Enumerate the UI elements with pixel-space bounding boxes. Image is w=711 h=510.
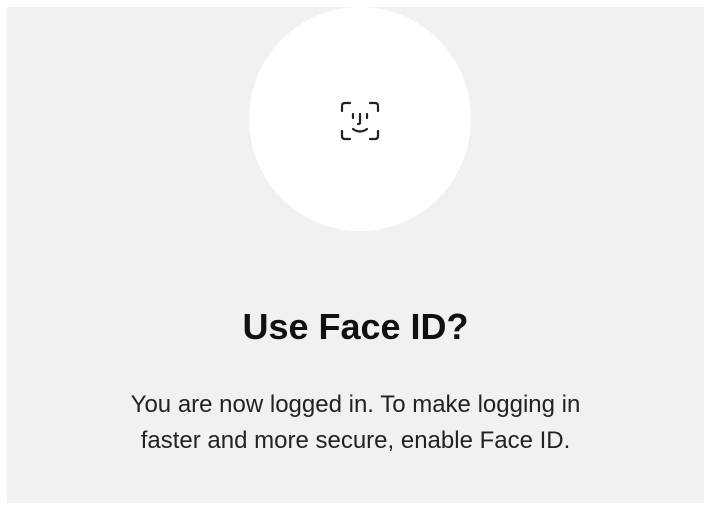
dialog-message-line-2: faster and more secure, enable Face ID.	[140, 427, 571, 454]
face-id-prompt: Use Face ID? You are now logged in. To m…	[7, 7, 704, 503]
icon-circle	[249, 7, 471, 231]
dialog-message-line-1: You are now logged in. To make logging i…	[130, 391, 581, 418]
dialog-message: You are now logged in. To make logging i…	[7, 387, 704, 459]
dialog-title: Use Face ID?	[242, 306, 469, 347]
face-id-icon	[340, 101, 380, 141]
